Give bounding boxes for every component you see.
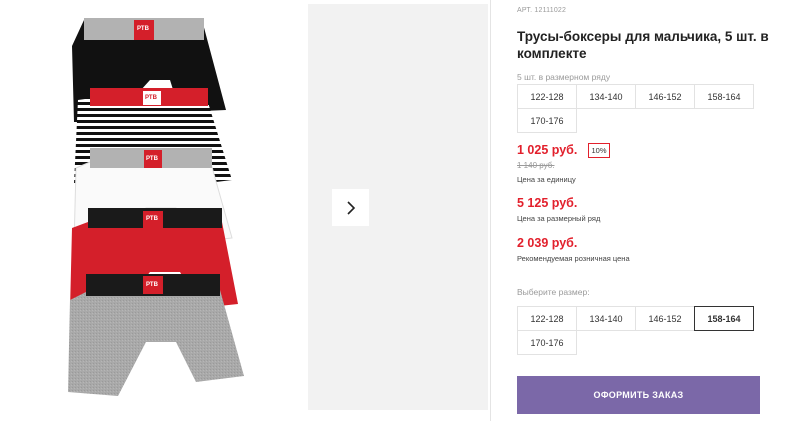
place-order-button[interactable]: ОФОРМИТЬ ЗАКАЗ	[517, 376, 760, 414]
chevron-right-icon	[346, 200, 355, 215]
product-title: Трусы-боксеры для мальчика, 5 шт. в комп…	[517, 29, 769, 61]
discount-badge: 10%	[588, 143, 610, 158]
size-selector: 122-128 134-140 146-152 158-164 170-176	[517, 306, 754, 355]
row-price: 5 125 руб.	[517, 196, 578, 210]
retail-price-caption: Рекомендуемая розничная цена	[517, 254, 630, 263]
size-row-item: 122-128	[517, 84, 577, 109]
brand-label: РТВ	[146, 216, 158, 222]
size-option-selected[interactable]: 158-164	[694, 306, 754, 331]
size-row-item: 134-140	[576, 84, 636, 109]
size-option[interactable]: 146-152	[635, 306, 695, 331]
product-sku: АРТ. 12111022	[517, 7, 567, 14]
unit-price: 1 025 руб.	[517, 143, 578, 157]
old-price: 1 140 руб.	[517, 161, 555, 170]
brand-label: РТВ	[146, 282, 158, 288]
size-row-list: 122-128 134-140 146-152 158-164 170-176	[517, 84, 754, 133]
boxers-stack-illustration	[68, 18, 244, 396]
row-price-caption: Цена за размерный ряд	[517, 214, 601, 223]
size-row-hint: 5 шт. в размерном ряду	[517, 72, 611, 82]
size-option[interactable]: 134-140	[576, 306, 636, 331]
select-size-label: Выберите размер:	[517, 287, 590, 297]
size-option[interactable]: 170-176	[517, 330, 577, 355]
product-image[interactable]: РТВ РТВ РТВ РТВ РТВ	[0, 0, 306, 410]
next-image-button[interactable]	[332, 189, 369, 226]
unit-price-caption: Цена за единицу	[517, 175, 576, 184]
size-option[interactable]: 122-128	[517, 306, 577, 331]
brand-label: РТВ	[146, 156, 158, 162]
retail-price: 2 039 руб.	[517, 236, 578, 250]
panel-divider	[490, 0, 491, 421]
brand-label: РТВ	[137, 26, 149, 32]
brand-label: РТВ	[145, 95, 157, 101]
size-row-item: 158-164	[694, 84, 754, 109]
product-page: РТВ РТВ РТВ РТВ РТВ АРТ. 12111022 Трусы-…	[0, 0, 800, 421]
boxer-grey	[68, 274, 244, 396]
size-row-item: 170-176	[517, 108, 577, 133]
size-row-item: 146-152	[635, 84, 695, 109]
